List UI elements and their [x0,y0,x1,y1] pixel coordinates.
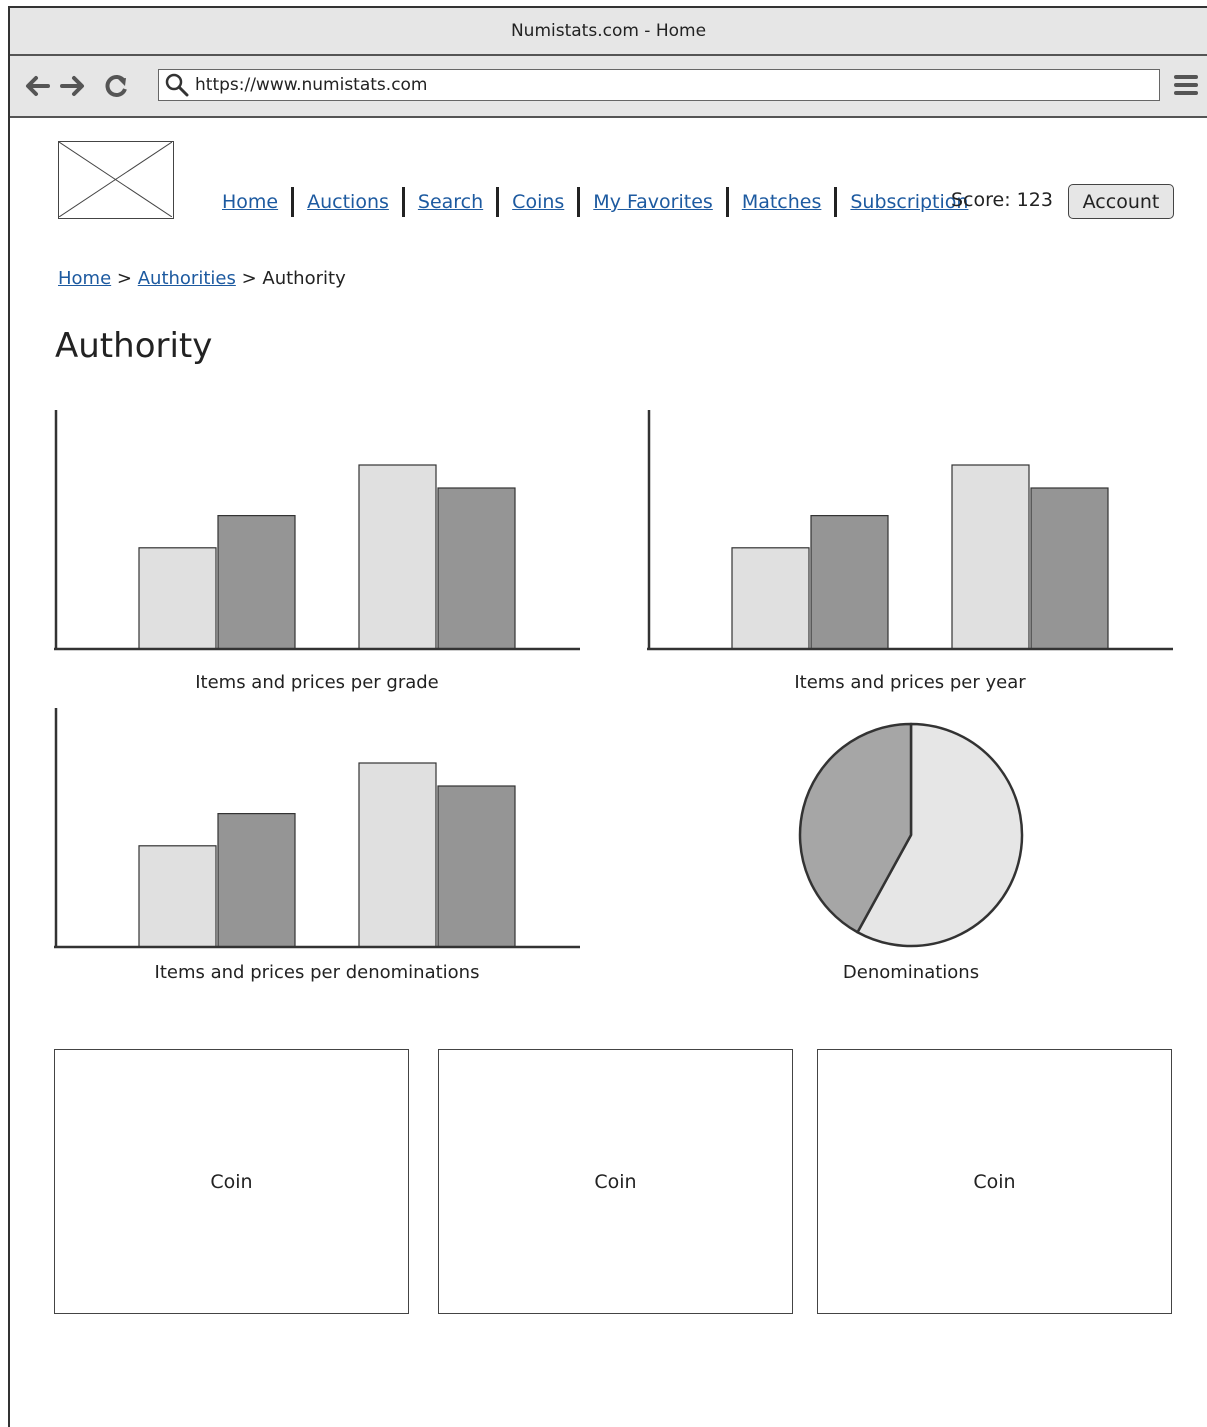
nav-matches[interactable]: Matches [742,191,822,213]
hamburger-menu-icon[interactable] [1173,72,1199,98]
bar [1030,487,1109,650]
arrow-right-icon[interactable] [58,71,88,101]
breadcrumb-home[interactable]: Home [58,268,111,289]
nav-my-favorites[interactable]: My Favorites [593,191,713,213]
nav-auctions[interactable]: Auctions [307,191,389,213]
breadcrumb-separator: > [116,268,132,289]
arrow-left-icon[interactable] [22,71,52,101]
bar [731,547,810,650]
denominations-chart-caption: Items and prices per denominations [154,962,480,983]
coin-card[interactable]: Coin [438,1049,793,1314]
year-bar-chart [647,410,1173,651]
grade-bar-chart [54,410,580,651]
browser-toolbar: https://www.numistats.com [10,56,1207,118]
breadcrumb: Home > Authorities > Authority [58,268,346,289]
nav-divider [401,187,405,217]
bar [358,762,437,948]
year-chart-caption: Items and prices per year [794,672,1026,693]
score-display: Score: 123 [951,189,1053,211]
main-nav: Home Auctions Search Coins My Favorites … [222,186,968,218]
window-title: Numistats.com - Home [10,8,1207,56]
coin-card[interactable]: Coin [54,1049,409,1314]
denominations-bar-chart [54,708,580,949]
nav-divider [291,187,295,217]
nav-search[interactable]: Search [418,191,483,213]
nav-divider [577,187,581,217]
breadcrumb-current: Authority [262,268,346,289]
nav-divider [725,187,729,217]
nav-coins[interactable]: Coins [512,191,564,213]
breadcrumb-separator: > [241,268,257,289]
address-bar[interactable]: https://www.numistats.com [158,69,1160,101]
bar [217,514,296,650]
bar [138,547,217,650]
nav-home[interactable]: Home [222,191,278,213]
nav-divider [834,187,838,217]
pie-chart-caption: Denominations [842,962,980,983]
account-button[interactable]: Account [1068,184,1174,219]
breadcrumb-authorities[interactable]: Authorities [138,268,236,289]
image-placeholder-icon [58,141,174,219]
coin-card[interactable]: Coin [817,1049,1172,1314]
denominations-pie-chart [798,722,1024,948]
nav-divider [496,187,500,217]
bar [951,464,1030,650]
browser-window: Numistats.com - Home https://www.numista… [8,6,1207,1427]
bar [217,812,296,948]
bar [358,464,437,650]
bar [138,845,217,948]
grade-chart-caption: Items and prices per grade [195,672,439,693]
bar [437,487,516,650]
search-icon [165,73,189,97]
url-text[interactable]: https://www.numistats.com [195,75,428,95]
bar [437,785,516,948]
bar [810,514,889,650]
page-title: Authority [55,326,213,366]
reload-icon[interactable] [102,71,132,101]
